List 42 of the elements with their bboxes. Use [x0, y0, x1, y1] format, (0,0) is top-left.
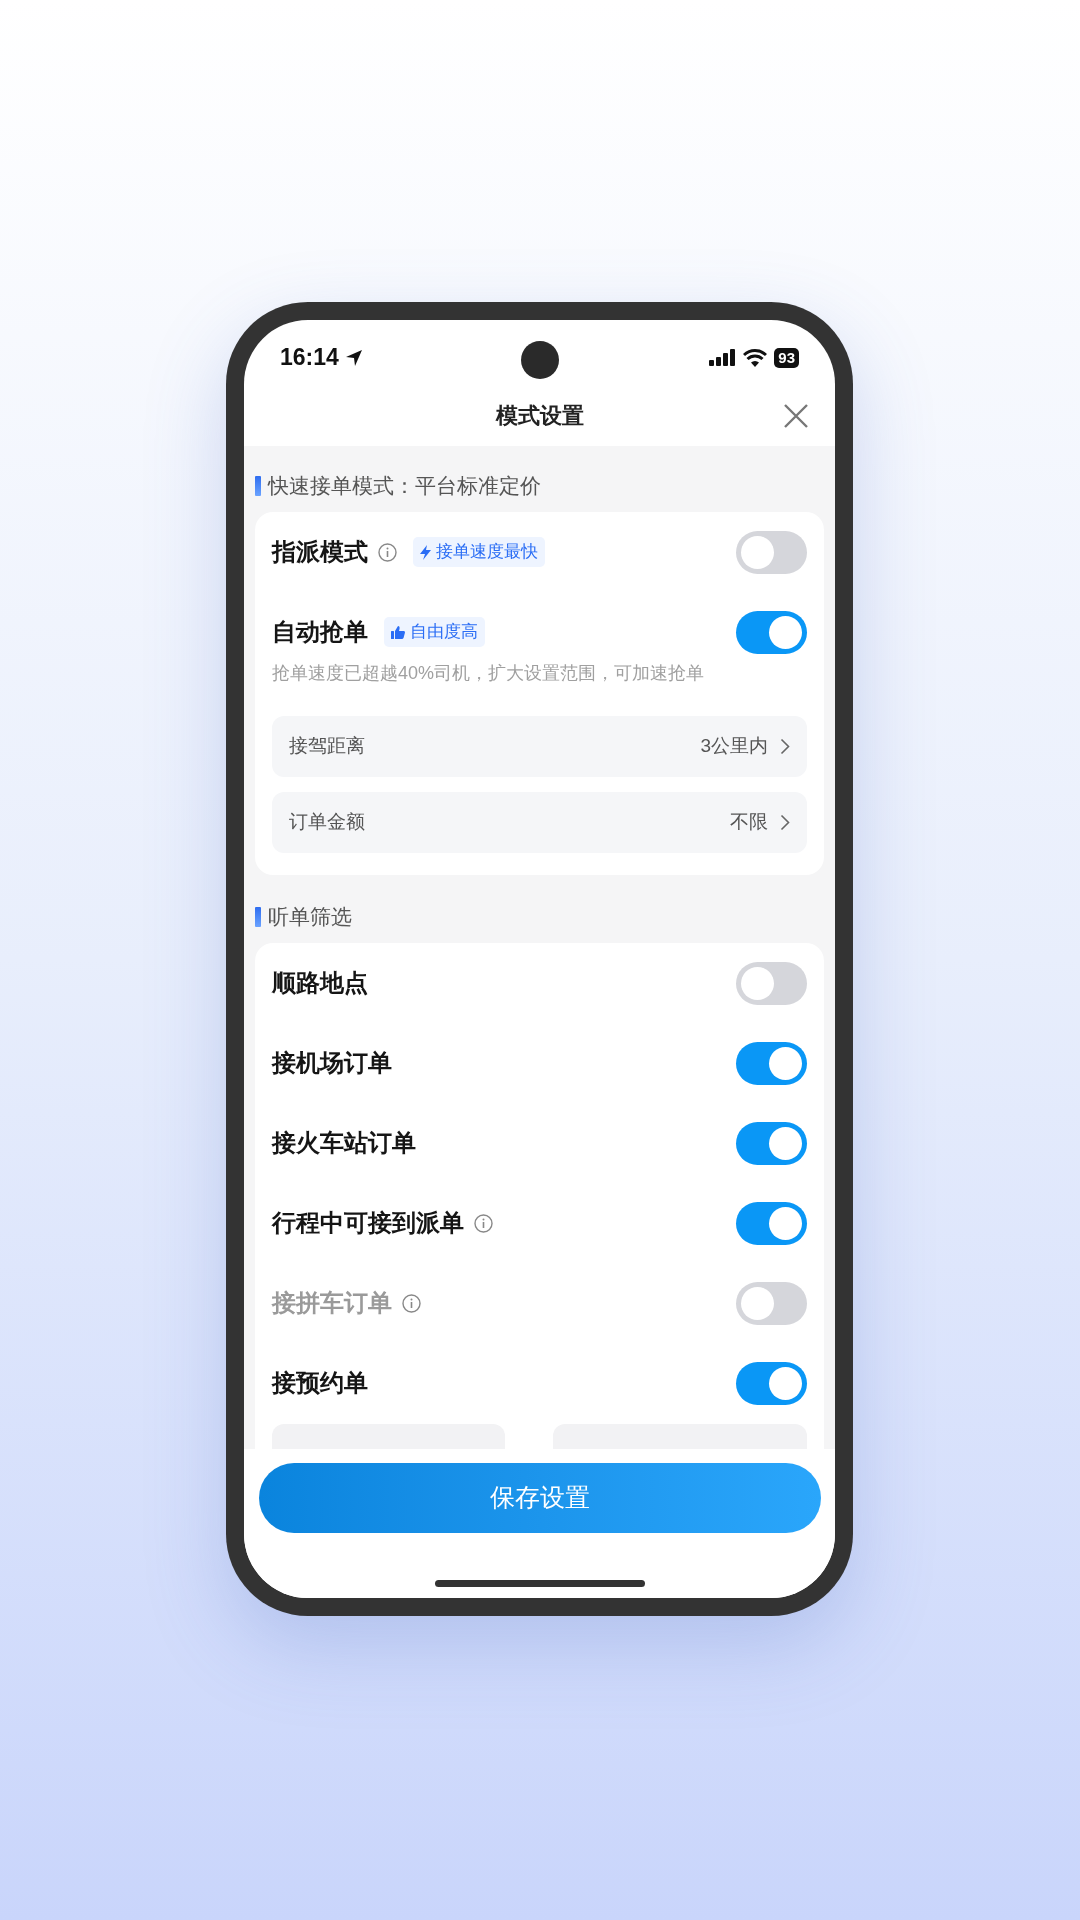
picker-row[interactable]: 订单金额 不限 [272, 792, 807, 853]
battery-level: 93 [774, 347, 799, 368]
info-icon[interactable] [378, 542, 397, 562]
wifi-icon [743, 348, 768, 367]
setting-label: 接拼车订单 [272, 1288, 392, 1318]
setting-label: 行程中可接到派单 [272, 1208, 464, 1238]
lightning-icon [420, 544, 431, 560]
setting-label: 指派模式 [272, 537, 368, 567]
toggle-switch[interactable] [736, 961, 807, 1005]
close-icon[interactable] [783, 403, 809, 429]
section-header: 快速接单模式：平台标准定价 [268, 473, 541, 500]
setting-label: 接预约单 [272, 1368, 368, 1398]
setting-label: 接火车站订单 [272, 1128, 416, 1158]
toggle-switch[interactable] [736, 1361, 807, 1405]
picker-label: 订单金额 [289, 810, 365, 835]
feature-tag: 接单速度最快 [413, 537, 545, 567]
setting-label: 接机场订单 [272, 1048, 392, 1078]
picker-value: 3公里内 [700, 734, 768, 759]
toggle-switch[interactable] [736, 1201, 807, 1245]
toggle-switch[interactable] [736, 1041, 807, 1085]
toggle-switch[interactable] [736, 610, 807, 654]
feature-tag: 自由度高 [384, 617, 485, 647]
setting-description: 抢单速度已超越40%司机，扩大设置范围，可加速抢单 [272, 662, 706, 685]
camera-cutout [521, 341, 559, 379]
status-time: 16:14 [280, 343, 339, 373]
chevron-right-icon [780, 738, 790, 755]
info-icon[interactable] [474, 1213, 493, 1233]
section-marker [255, 476, 261, 496]
picker-label: 接驾距离 [289, 734, 365, 759]
setting-label: 顺路地点 [272, 968, 368, 998]
setting-label: 自动抢单 [272, 617, 368, 647]
section-marker [255, 907, 261, 927]
toggle-switch[interactable] [736, 1121, 807, 1165]
location-arrow-icon [344, 348, 363, 367]
picker-row[interactable]: 接驾距离 3公里内 [272, 716, 807, 777]
picker-value: 不限 [730, 810, 768, 835]
section-header: 听单筛选 [268, 904, 352, 931]
thumbs-up-icon [391, 625, 405, 639]
page-title: 模式设置 [495, 402, 584, 430]
toggle-switch[interactable] [736, 530, 807, 574]
signal-icon [709, 349, 737, 366]
chevron-right-icon [780, 814, 790, 831]
